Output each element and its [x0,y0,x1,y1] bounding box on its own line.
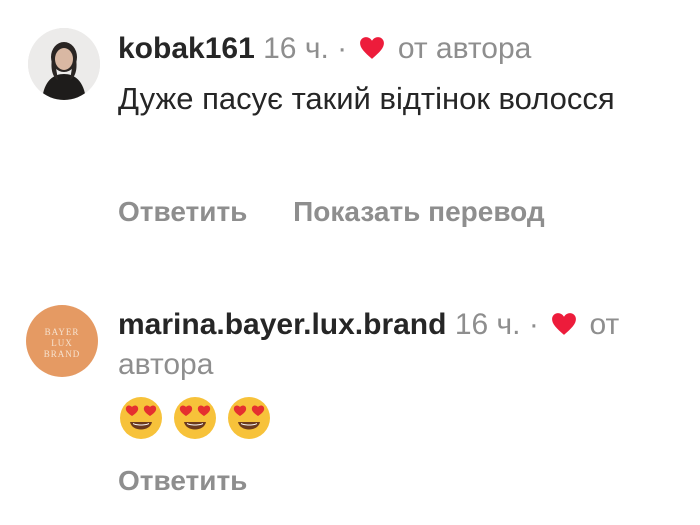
username-link[interactable]: marina.bayer.lux.brand [118,308,446,341]
comment-text: Дуже пасує такий відтінок волосся [118,77,678,120]
brand-logo-line: LUX [51,338,73,348]
comment-meta: kobak161 16 ч. · от автора [118,29,700,69]
meta-separator: · [528,308,539,341]
comment-text-content: Дуже пасує такий відтінок волосся [118,81,615,116]
comment-meta: marina.bayer.lux.brand 16 ч. · от автора [118,305,700,385]
comment-actions: Ответить [118,465,247,497]
heart-eyes-emoji-icon [174,397,216,439]
heart-icon [360,37,385,59]
brand-logo-line: BRAND [43,349,81,359]
timestamp: 16 ч. [454,308,521,341]
timestamp: 16 ч. [263,32,329,65]
brand-logo-line: BAYER [44,327,80,337]
username-link[interactable]: kobak161 [118,32,255,65]
heart-eyes-emoji-icon [120,397,162,439]
user-photo-icon [28,28,100,100]
meta-separator: · [337,32,348,65]
heart-icon [552,313,577,335]
show-translation-button[interactable]: Показать перевод [293,196,545,228]
comment-body: marina.bayer.lux.brand 16 ч. · от автора [118,305,700,441]
avatar[interactable]: BAYER LUX BRAND [26,305,98,377]
comment-body: kobak161 16 ч. · от автора Дуже пасує та… [118,29,700,120]
reply-button[interactable]: Ответить [118,465,247,497]
author-like-label: от автора [397,32,532,65]
reply-button[interactable]: Ответить [118,196,247,228]
comment-emoji-row [118,395,700,441]
heart-eyes-emoji-icon [228,397,270,439]
brand-logo: BAYER LUX BRAND [26,327,98,360]
comment-actions: Ответить Показать перевод [118,196,545,228]
avatar[interactable] [28,28,100,100]
